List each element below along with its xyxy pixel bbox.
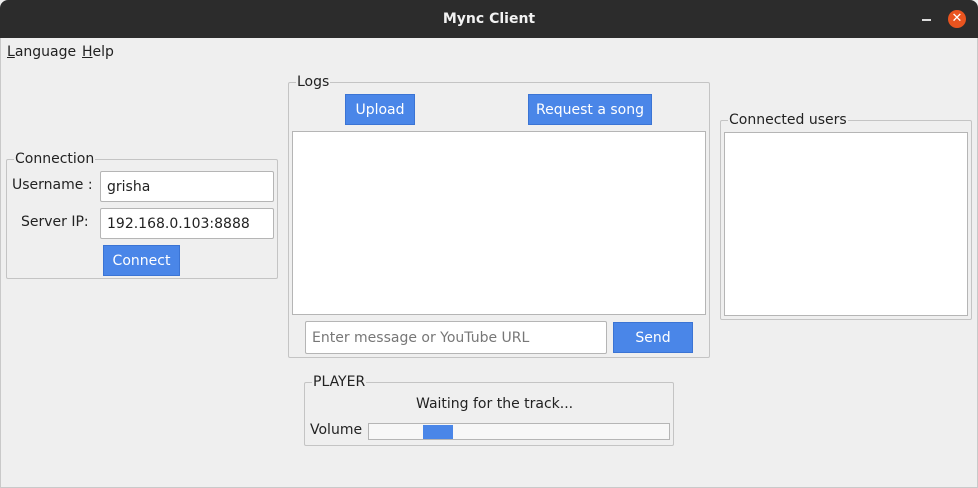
- upload-button[interactable]: Upload: [345, 94, 415, 125]
- request-song-button[interactable]: Request a song: [528, 94, 652, 125]
- connected-users-legend: Connected users: [728, 111, 848, 129]
- menu-language[interactable]: Language: [7, 44, 76, 60]
- close-icon[interactable]: ✕: [948, 10, 966, 28]
- connected-users-list[interactable]: [724, 132, 968, 316]
- menu-help-mnemonic: H: [82, 44, 93, 60]
- menu-help-label: elp: [92, 44, 114, 60]
- server-ip-input[interactable]: [100, 208, 274, 239]
- connection-legend: Connection: [14, 150, 96, 168]
- username-label: Username :: [12, 177, 93, 193]
- player-status: Waiting for the track...: [416, 396, 574, 412]
- logs-view[interactable]: [292, 131, 706, 315]
- send-button[interactable]: Send: [613, 322, 693, 353]
- menu-help[interactable]: Help: [82, 44, 114, 60]
- connect-button[interactable]: Connect: [103, 245, 180, 276]
- volume-label: Volume: [310, 422, 363, 438]
- player-legend: PLAYER: [312, 373, 367, 391]
- title-bar: Mync Client ✕: [0, 0, 978, 38]
- logs-legend: Logs: [296, 73, 331, 91]
- volume-slider[interactable]: [368, 423, 670, 440]
- volume-slider-handle[interactable]: [423, 425, 453, 439]
- server-ip-label: Server IP:: [21, 214, 89, 230]
- username-input[interactable]: [100, 171, 274, 202]
- minimize-icon[interactable]: [918, 11, 934, 27]
- menu-language-mnemonic: L: [7, 44, 15, 60]
- window-title: Mync Client: [442, 11, 536, 27]
- message-input[interactable]: [305, 321, 607, 354]
- menu-language-label: anguage: [14, 44, 77, 60]
